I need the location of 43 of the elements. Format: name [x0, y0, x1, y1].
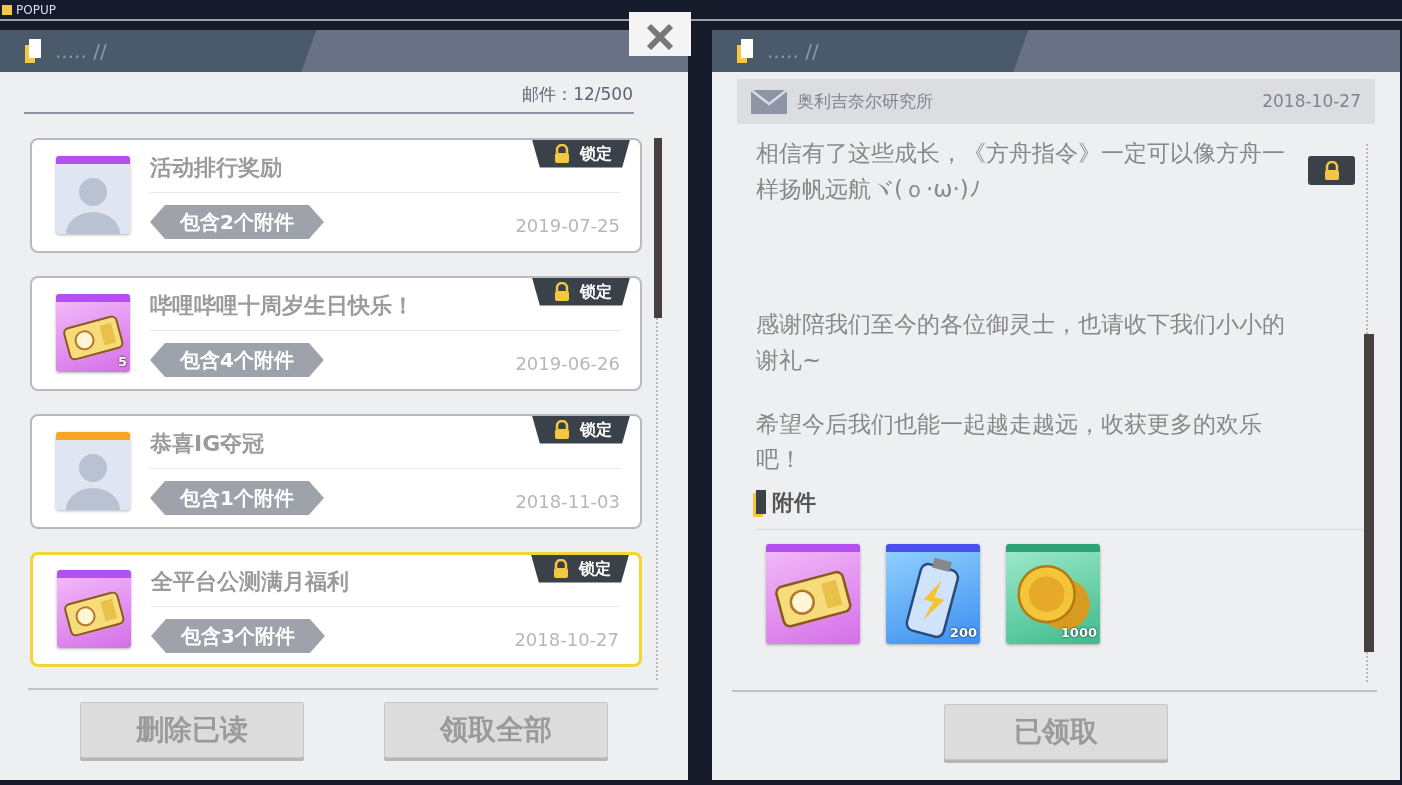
lock-label: 锁定 [579, 557, 611, 580]
mail-date: 2019-06-26 [515, 352, 620, 376]
panel-header-title: ..... // [55, 38, 107, 65]
sender-name: 奥利吉奈尔研究所 [797, 89, 934, 113]
attachment-count-tag: 包含3个附件 [151, 619, 325, 653]
mail-item[interactable]: 5 哔哩哔哩十周岁生日快乐！ 包含4个附件 2019-06-26 锁定 [30, 275, 642, 391]
scrollbar-thumb[interactable] [1364, 334, 1374, 652]
mail-date: 2019-07-25 [515, 214, 620, 238]
message-text: 希望今后我们也能一起越走越远，收获更多的欢乐吧！ [756, 409, 1263, 475]
panel-header-icon [737, 39, 755, 63]
mail-date: 2018-10-27 [1262, 89, 1361, 113]
mail-item[interactable]: 全平台公测满月福利 包含3个附件 2018-10-27 锁定 [30, 551, 642, 667]
lock-label: 锁定 [580, 142, 612, 165]
mail-date: 2018-10-27 [514, 628, 619, 652]
lock-icon [552, 281, 572, 302]
lock-icon [552, 143, 572, 164]
attachment-count-tag: 包含1个附件 [150, 481, 324, 515]
mail-item[interactable]: 恭喜IG夺冠 包含1个附件 2018-11-03 锁定 [30, 413, 642, 529]
panel-header-icon [25, 39, 43, 63]
popup-label: POPUP [16, 1, 56, 19]
lock-button[interactable] [1308, 156, 1355, 185]
attachment-count-tag: 包含4个附件 [150, 343, 324, 377]
mail-date: 2018-11-03 [515, 490, 620, 514]
mail-icon [751, 89, 787, 114]
message-text: 相信有了这些成长，《方舟指令》一定可以像方舟一样扬帆远航ヾ(ｏ·ω·)ﾉ [756, 139, 1286, 204]
count-label: 1000 [1060, 624, 1097, 643]
lock-label: 锁定 [580, 280, 612, 303]
count-label: 5 [117, 352, 127, 371]
mail-item[interactable]: 活动排行奖励 包含2个附件 2019-07-25 锁定 [30, 137, 642, 253]
attachments-heading: 附件 [772, 488, 816, 517]
scrollbar-thumb[interactable] [654, 137, 662, 318]
square-icon [2, 4, 12, 15]
close-button[interactable] [629, 12, 691, 56]
section-marker-icon [756, 490, 766, 515]
attachment-count-tag: 包含2个附件 [150, 205, 324, 239]
close-icon [645, 22, 675, 52]
panel-header-title: ..... // [767, 38, 819, 65]
count-label: 200 [949, 624, 977, 643]
lock-icon [551, 558, 571, 579]
mail-count: 邮件：12/500 [522, 84, 633, 104]
lock-label: 锁定 [580, 418, 612, 441]
lock-icon [552, 419, 572, 440]
message-text: 感谢陪我们至今的各位御灵士，也请收下我们小小的谢礼~ [756, 310, 1286, 375]
